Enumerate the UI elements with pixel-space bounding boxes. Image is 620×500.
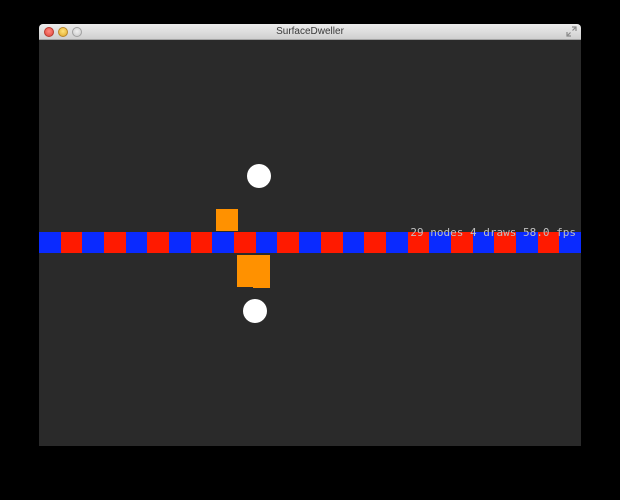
fullscreen-icon[interactable]: [566, 26, 577, 37]
strip-tile-blue: [299, 232, 322, 253]
strip-tile-blue: [255, 232, 278, 253]
strip-tile-red: [60, 232, 83, 253]
app-window: SurfaceDweller 29 nodes 4 draws 58.0 fps: [39, 24, 581, 446]
strip-tile-red: [277, 232, 300, 253]
strip-tile-red: [234, 232, 257, 253]
game-canvas[interactable]: 29 nodes 4 draws 58.0 fps: [39, 40, 581, 446]
title-bar[interactable]: SurfaceDweller: [39, 24, 581, 40]
strip-tile-red: [320, 232, 343, 253]
debug-stats-label: 29 nodes 4 draws 58.0 fps: [410, 226, 576, 239]
orange-block-small: [216, 209, 238, 231]
strip-tile-blue: [212, 232, 235, 253]
strip-tile-blue: [39, 232, 62, 253]
white-ball-bottom: [243, 299, 267, 323]
strip-tile-blue: [169, 232, 192, 253]
orange-block-cluster-c: [237, 268, 259, 287]
strip-tile-blue: [125, 232, 148, 253]
strip-tile-red: [104, 232, 127, 253]
window-title: SurfaceDweller: [276, 26, 344, 37]
white-ball-top: [247, 164, 271, 188]
strip-tile-red: [190, 232, 213, 253]
strip-tile-red: [147, 232, 170, 253]
strip-tile-blue: [342, 232, 365, 253]
strip-tile-blue: [385, 232, 409, 253]
strip-tile-blue: [82, 232, 105, 253]
strip-tile-red: [364, 232, 387, 253]
